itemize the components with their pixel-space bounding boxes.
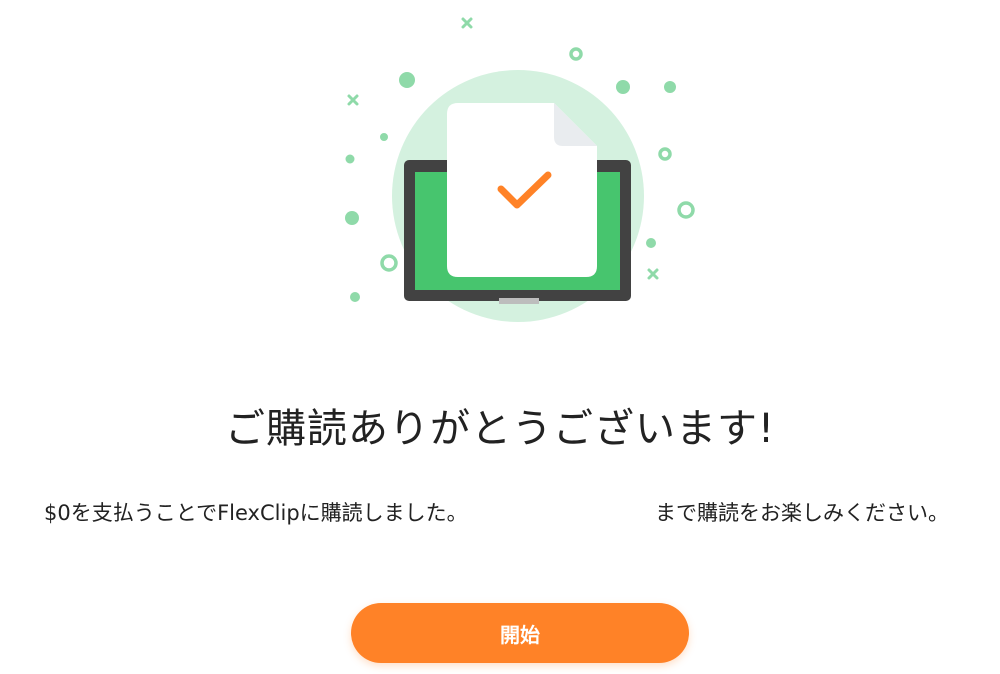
subscription-message-end: まで購読をお楽しみください。 xyxy=(655,501,949,525)
document-icon xyxy=(447,103,597,277)
start-button[interactable]: 開始 xyxy=(351,603,689,663)
subscription-message: $0を支払うことでFlexClipに購読しました。 xyxy=(44,501,468,525)
page-title: ご購読ありがとうございます! xyxy=(224,406,776,452)
success-illustration xyxy=(345,17,695,322)
subscription-success-page: ご購読ありがとうございます! $0を支払うことでFlexClipに購読しました。… xyxy=(0,0,1000,674)
